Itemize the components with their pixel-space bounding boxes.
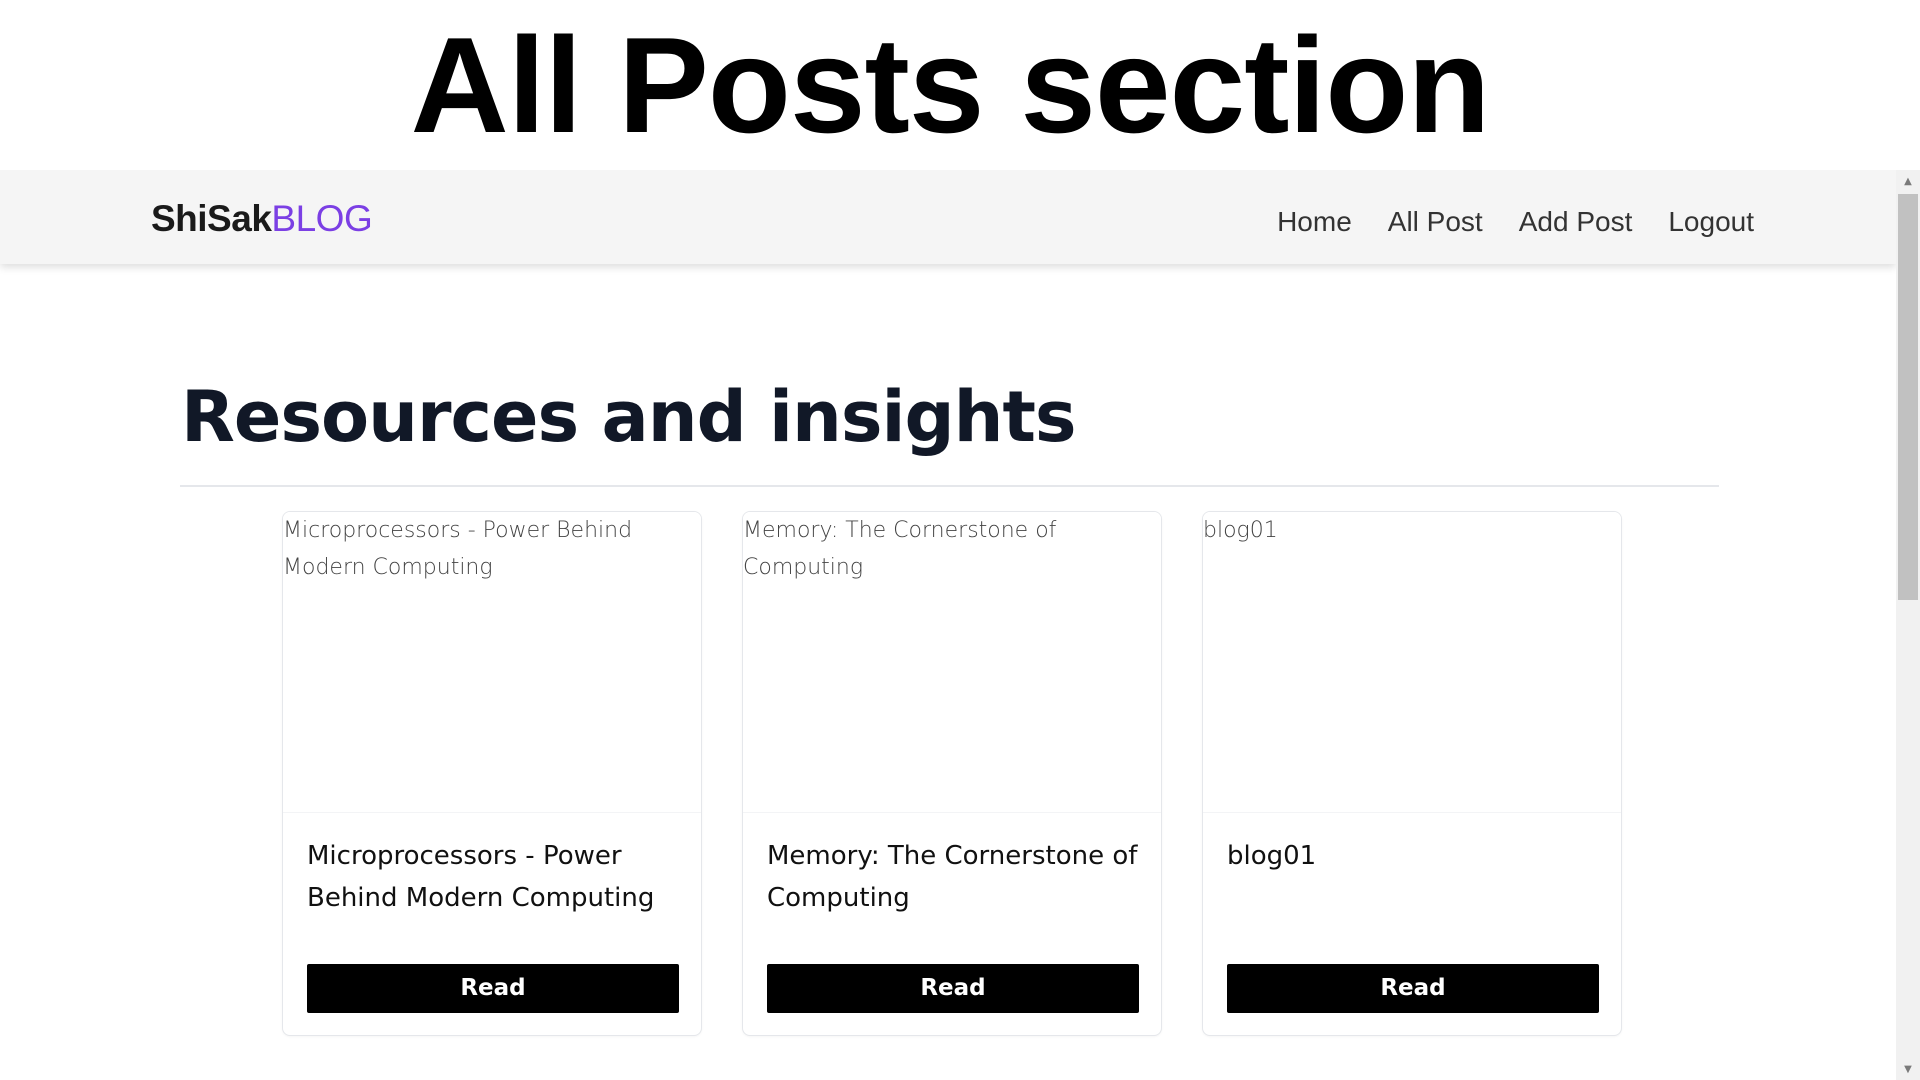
- read-button[interactable]: Read: [307, 964, 679, 1013]
- post-cover-image: Microprocessors - Power Behind Modern Co…: [283, 512, 701, 813]
- top-navbar: ShiSakBLOG Home All Post Add Post Logout: [0, 170, 1896, 264]
- nav-links: Home All Post Add Post Logout: [1277, 206, 1754, 238]
- post-title: Microprocessors - Power Behind Modern Co…: [307, 841, 655, 913]
- scrollbar-thumb[interactable]: [1898, 194, 1918, 600]
- nav-link-add-post[interactable]: Add Post: [1519, 206, 1633, 238]
- post-card[interactable]: blog01 blog01 Read: [1202, 511, 1622, 1036]
- image-alt-text: Memory: The Cornerstone of Computing: [743, 518, 1057, 580]
- post-title: Memory: The Cornerstone of Computing: [767, 841, 1138, 913]
- browser-viewport: ShiSakBLOG Home All Post Add Post Logout…: [0, 170, 1920, 1080]
- caret-up-icon[interactable]: ▲: [1896, 172, 1920, 192]
- post-card-grid: Microprocessors - Power Behind Modern Co…: [282, 511, 1624, 1036]
- post-cover-image: blog01: [1203, 512, 1621, 813]
- post-title: blog01: [1227, 841, 1317, 871]
- brand-primary-text: ShiSak: [151, 198, 272, 239]
- screen-caption: All Posts section: [410, 9, 1491, 161]
- post-cover-image: Memory: The Cornerstone of Computing: [743, 512, 1161, 813]
- vertical-scrollbar[interactable]: ▲ ▼: [1896, 170, 1920, 1080]
- post-card[interactable]: Microprocessors - Power Behind Modern Co…: [282, 511, 702, 1036]
- caret-down-icon[interactable]: ▼: [1896, 1060, 1920, 1080]
- post-card[interactable]: Memory: The Cornerstone of Computing Mem…: [742, 511, 1162, 1036]
- read-button[interactable]: Read: [1227, 964, 1599, 1013]
- nav-link-home[interactable]: Home: [1277, 206, 1352, 238]
- read-button[interactable]: Read: [767, 964, 1139, 1013]
- brand-accent-text: BLOG: [271, 198, 373, 239]
- image-alt-text: Microprocessors - Power Behind Modern Co…: [283, 518, 633, 580]
- brand-logo[interactable]: ShiSakBLOG: [151, 198, 373, 240]
- image-alt-text: blog01: [1203, 518, 1278, 543]
- nav-link-all-post[interactable]: All Post: [1388, 206, 1483, 238]
- nav-link-logout[interactable]: Logout: [1668, 206, 1754, 238]
- page-heading: Resources and insights: [181, 376, 1077, 458]
- heading-divider: [180, 485, 1719, 487]
